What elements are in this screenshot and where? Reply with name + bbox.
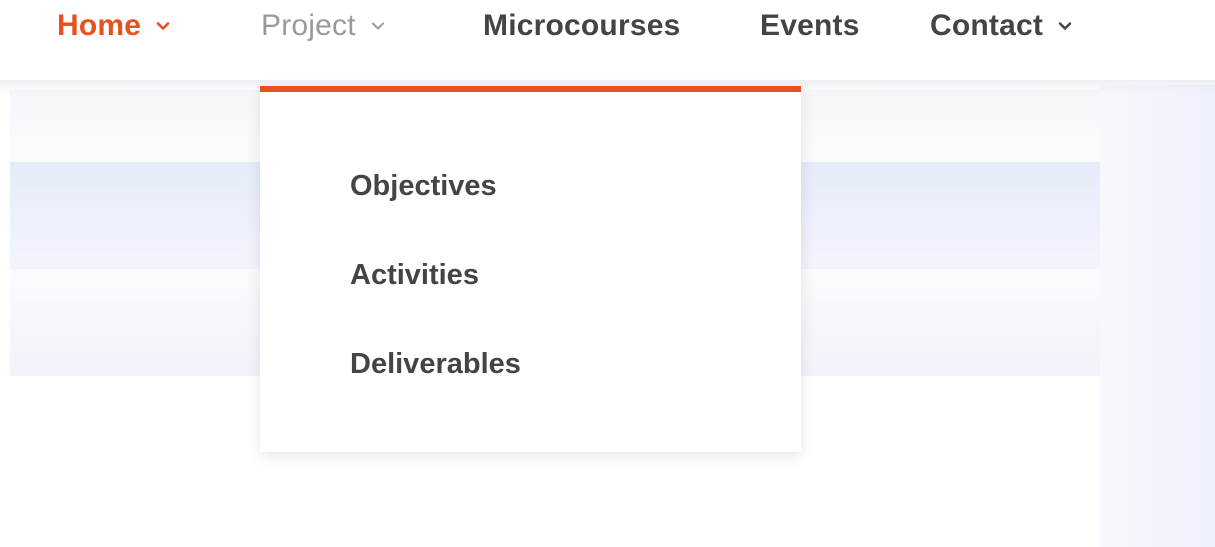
chevron-down-icon [1057, 18, 1073, 34]
nav-item-microcourses[interactable]: Microcourses [483, 4, 680, 48]
nav-item-label: Events [760, 9, 860, 42]
nav-item-contact[interactable]: Contact [930, 4, 1073, 48]
dropdown-item-activities[interactable]: Activities [350, 259, 479, 292]
chevron-down-icon [155, 18, 171, 34]
nav-item-label: Microcourses [483, 9, 681, 42]
project-dropdown-menu: Objectives Activities Deliverables [260, 86, 801, 452]
nav-item-project[interactable]: Project [261, 4, 386, 48]
nav-item-home[interactable]: Home [57, 4, 171, 48]
nav-item-label: Home [57, 9, 142, 42]
dropdown-item-deliverables[interactable]: Deliverables [350, 348, 521, 381]
nav-item-label: Project [261, 9, 356, 42]
dropdown-item-objectives[interactable]: Objectives [350, 170, 497, 203]
nav-item-events[interactable]: Events [760, 4, 860, 48]
main-navigation: Home Project Microcourses Events Contact [0, 0, 1215, 52]
background-shade [1100, 85, 1215, 547]
nav-item-label: Contact [930, 9, 1044, 42]
chevron-down-icon [370, 18, 386, 34]
